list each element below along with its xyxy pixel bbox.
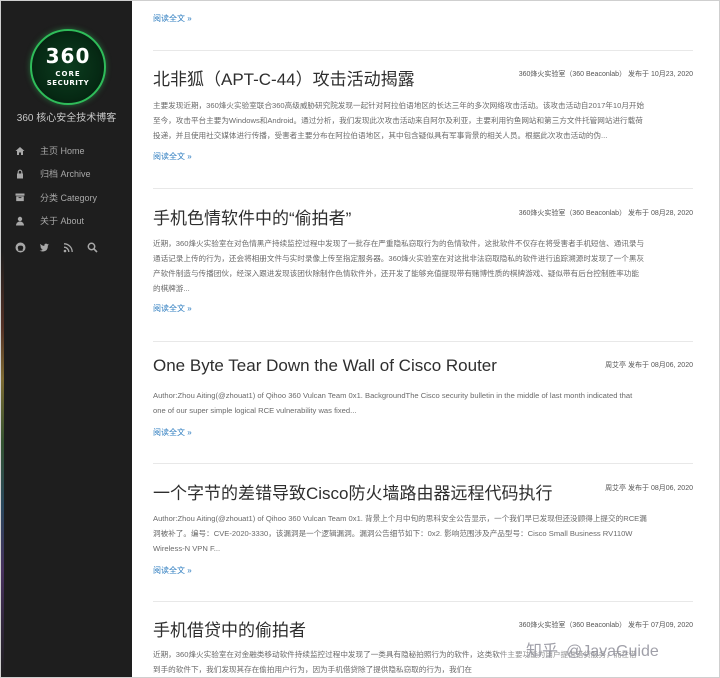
archive-box-icon	[15, 192, 25, 202]
sidebar-item-label: 归档 Archive	[40, 169, 91, 180]
sidebar-item-label: 主页 Home	[40, 146, 85, 157]
read-more-link[interactable]: 阅读全文 »	[153, 151, 192, 162]
post-meta: 周艾亭 发布于 08月06, 2020	[605, 485, 693, 492]
logo-text-core: CORE	[55, 70, 81, 78]
sidebar-item-about[interactable]: 关于 About	[15, 209, 97, 232]
excerpt-line: 主要发现近期，360烽火实验室联合360高级威胁研究院发现一起针对阿拉伯语地区的…	[153, 101, 645, 110]
logo-text-security: SECURITY	[46, 79, 90, 87]
sidebar: 360 CORE SECURITY 360 核心安全技术博客 主页 Home 归…	[1, 1, 132, 677]
read-more-link[interactable]: 阅读全文 »	[153, 303, 192, 314]
home-icon	[15, 146, 25, 156]
excerpt-line: one of our super simple logical RCE vuln…	[153, 406, 357, 415]
sidebar-item-label: 关于 About	[40, 216, 85, 227]
post-title[interactable]: 一个字节的差错导致Cisco防火墙路由器远程代码执行	[153, 479, 553, 504]
excerpt-line: 至今，攻击平台主要为Windows和Android。通过分析，我们发现此次攻击活…	[153, 116, 643, 125]
excerpt-line: Author:Zhou Aiting(@zhouat1) of Qihoo 36…	[153, 391, 633, 400]
excerpt-line: Author:Zhou Aiting(@zhouat1) of Qihoo 36…	[153, 514, 647, 523]
watermark-handle: @JavaGuide	[566, 643, 659, 660]
site-logo[interactable]: 360 CORE SECURITY	[30, 29, 106, 105]
post-meta: 360烽火实验室（360 Beaconlab） 发布于 10月23, 2020	[518, 71, 693, 78]
post-divider	[153, 341, 693, 342]
lock-icon	[15, 169, 25, 179]
sidebar-nav: 主页 Home 归档 Archive 分类 Category 关于 About	[15, 139, 97, 232]
logo-number: 360	[45, 44, 91, 68]
search-icon[interactable]	[87, 242, 98, 253]
user-icon	[15, 216, 25, 226]
twitter-icon[interactable]	[39, 242, 50, 253]
github-icon[interactable]	[15, 242, 26, 253]
post-divider	[153, 463, 693, 464]
excerpt-line: 投递，并且使用社交媒体进行传播，受害者主要分布在阿拉伯语地区，其中包含疑似具有军…	[153, 131, 608, 140]
sidebar-item-home[interactable]: 主页 Home	[15, 139, 97, 162]
post-title[interactable]: One Byte Tear Down the Wall of Cisco Rou…	[153, 356, 497, 376]
excerpt-line: 的棋牌游...	[153, 284, 190, 293]
excerpt-line: 洞被补了。编号：CVE-2020-3330，该漏洞是一个逻辑漏洞。漏洞公告细节如…	[153, 529, 633, 538]
post-excerpt: 主要发现近期，360烽火实验室联合360高级威胁研究院发现一起针对阿拉伯语地区的…	[153, 98, 693, 143]
post-excerpt: 近期，360烽火实验室在对色情黑产持续监控过程中发现了一批存在严重隐私窃取行为的…	[153, 236, 693, 296]
site-title: 360 核心安全技术博客	[16, 113, 117, 124]
excerpt-line: 通话记录上传的行为，还会将相册文件与实时录像上传至指定服务器。360烽火实验室在…	[153, 254, 645, 263]
sidebar-item-category[interactable]: 分类 Category	[15, 186, 97, 209]
watermark: 知乎 @JavaGuide	[526, 637, 659, 661]
read-more-link[interactable]: 阅读全文 »	[153, 427, 192, 438]
read-more-link[interactable]: 阅读全文 »	[153, 565, 192, 576]
browser-page: 360 CORE SECURITY 360 核心安全技术博客 主页 Home 归…	[0, 0, 720, 678]
post-divider	[153, 601, 693, 602]
sidebar-item-label: 分类 Category	[40, 192, 98, 203]
post-excerpt: Author:Zhou Aiting(@zhouat1) of Qihoo 36…	[153, 511, 693, 556]
post-meta: 360烽火实验室（360 Beaconlab） 发布于 08月28, 2020	[518, 210, 693, 217]
post-title[interactable]: 手机色情软件中的“偷拍者”	[153, 204, 351, 229]
social-links	[15, 242, 98, 253]
post-title[interactable]: 手机借贷中的偷拍者	[153, 616, 306, 641]
rss-icon[interactable]	[63, 242, 74, 253]
post-divider	[153, 50, 693, 51]
post-divider	[153, 188, 693, 189]
excerpt-line: Wireless-N VPN F...	[153, 544, 221, 553]
sidebar-color-accent	[1, 251, 4, 677]
post-meta: 周艾亭 发布于 08月06, 2020	[605, 362, 693, 369]
post-excerpt: Author:Zhou Aiting(@zhouat1) of Qihoo 36…	[153, 388, 693, 418]
excerpt-line: 产软件制造与传播团伙，经深入跟进发现该团伙除制作色情软件外，还开发了能够充值提现…	[153, 269, 639, 278]
sidebar-item-archive[interactable]: 归档 Archive	[15, 162, 97, 185]
post-title[interactable]: 北非狐（APT-C-44）攻击活动揭露	[153, 65, 415, 90]
watermark-site: 知乎	[526, 643, 559, 660]
excerpt-line: 近期，360烽火实验室在对色情黑产持续监控过程中发现了一批存在严重隐私窃取行为的…	[153, 239, 645, 248]
read-more-link[interactable]: 阅读全文 »	[153, 13, 192, 24]
